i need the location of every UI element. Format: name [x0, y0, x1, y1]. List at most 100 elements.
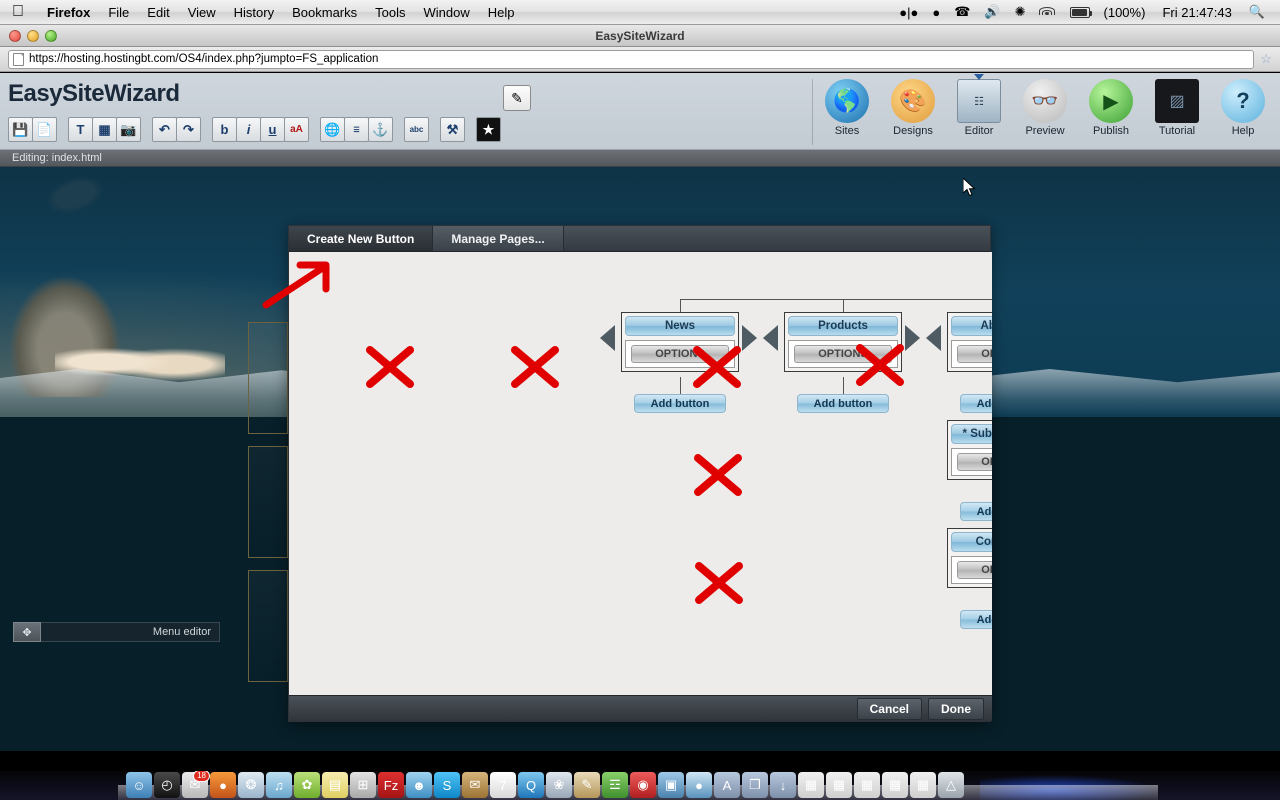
node-title[interactable]: News [625, 316, 735, 336]
node-title[interactable]: * Submenu item [951, 424, 992, 444]
dock-item-trash[interactable]: △ [938, 772, 964, 798]
font-color-icon[interactable]: aA [284, 117, 309, 142]
add-button-about-us[interactable]: Add button [960, 394, 992, 413]
node-title[interactable]: Contact Us [951, 532, 992, 552]
dock-item-mail[interactable]: ✉18 [182, 772, 208, 798]
tab-create-new-button[interactable]: Create New Button [289, 226, 433, 251]
dock-item-finder[interactable]: ☺ [126, 772, 152, 798]
bold-icon[interactable]: b [212, 117, 237, 142]
menu-node-contact-us[interactable]: Contact Us OPTIONS [947, 528, 992, 588]
dock-item-dashboard[interactable]: ◴ [154, 772, 180, 798]
move-left-arrow[interactable] [763, 325, 778, 351]
nav-item-help[interactable]: ? Help [1212, 79, 1274, 137]
nav-item-designs[interactable]: 🎨 Designs [882, 79, 944, 137]
menu-item-edit[interactable]: Edit [138, 5, 178, 20]
menu-item-view[interactable]: View [179, 5, 225, 20]
nav-item-preview[interactable]: 👓 Preview [1014, 79, 1076, 137]
menu-item-firefox[interactable]: Firefox [38, 5, 99, 20]
insert-image-icon[interactable]: 📷 [116, 117, 141, 142]
anchor-icon[interactable]: ⚓ [368, 117, 393, 142]
dock-item-filezilla[interactable]: Fz [378, 772, 404, 798]
dock-item-safari[interactable]: ❂ [238, 772, 264, 798]
nav-item-editor[interactable]: ☷ Editor [948, 79, 1010, 137]
dock-item-itunes[interactable]: ♫ [266, 772, 292, 798]
node-title[interactable]: Products [788, 316, 898, 336]
menu-node-products[interactable]: Products OPTIONS [784, 312, 902, 372]
dock-item-minimized-window-1[interactable]: ▦ [798, 772, 824, 798]
nav-item-publish[interactable]: ▶ Publish [1080, 79, 1142, 137]
options-button[interactable]: OPTIONS [957, 453, 992, 471]
dock-item-minimized-window-3[interactable]: ▦ [854, 772, 880, 798]
window-titlebar[interactable]: EasySiteWizard [0, 25, 1280, 47]
move-handle-icon[interactable]: ✥ [13, 622, 41, 642]
menu-item-window[interactable]: Window [415, 5, 479, 20]
dock-item-applications-folder[interactable]: A [714, 772, 740, 798]
insert-text-icon[interactable]: T [68, 117, 93, 142]
modem-icon[interactable]: ☎ [947, 4, 977, 20]
dock-item-minimized-window-2[interactable]: ▦ [826, 772, 852, 798]
options-button[interactable]: OPTIONS [631, 345, 729, 363]
done-button[interactable]: Done [928, 698, 984, 720]
move-left-arrow[interactable] [926, 325, 941, 351]
options-button[interactable]: OPTIONS [794, 345, 892, 363]
dock-item-iphoto[interactable]: ❀ [546, 772, 572, 798]
dock-item-photobooth[interactable]: ✿ [294, 772, 320, 798]
menu-node-about-us[interactable]: About Us OPTIONS [947, 312, 992, 372]
menu-bar-clock[interactable]: Fri 21:47:43 [1152, 5, 1241, 20]
wifi-icon[interactable] [1032, 6, 1063, 18]
dock-item-stickies[interactable]: ▤ [322, 772, 348, 798]
options-button[interactable]: OPTIONS [957, 561, 992, 579]
dock-item-preview[interactable]: ✎ [574, 772, 600, 798]
dock-item-calculator[interactable]: ⊞ [350, 772, 376, 798]
add-button-submenu-item[interactable]: Add button [960, 502, 992, 521]
insert-table-icon[interactable]: ▦ [92, 117, 117, 142]
spaces-icon[interactable]: ●|● [892, 5, 925, 20]
volume-icon[interactable]: 🔊 [977, 4, 1007, 20]
spotlight-search-icon[interactable]: 🔍 [1242, 4, 1272, 20]
menu-editor-bar[interactable]: ✥ Menu editor [28, 622, 220, 642]
move-left-arrow[interactable] [600, 325, 615, 351]
dock-item-address-book[interactable]: ✉ [462, 772, 488, 798]
list-icon[interactable]: ☰ [344, 117, 369, 142]
menu-item-history[interactable]: History [225, 5, 283, 20]
dock-item-downloads-folder[interactable]: ↓ [770, 772, 796, 798]
menu-node-news[interactable]: News OPTIONS [621, 312, 739, 372]
menu-item-file[interactable]: File [99, 5, 138, 20]
link-icon[interactable]: 🌐 [320, 117, 345, 142]
spellcheck-icon[interactable]: abc [404, 117, 429, 142]
url-text[interactable]: https://hosting.hostingbt.com/OS4/index.… [29, 53, 378, 65]
dock-item-ical[interactable]: 7 [490, 772, 516, 798]
dock-item-virtualbox[interactable]: ▣ [658, 772, 684, 798]
menu-item-help[interactable]: Help [479, 5, 524, 20]
dock-item-minimized-window-5[interactable]: ▦ [910, 772, 936, 798]
menu-item-tools[interactable]: Tools [366, 5, 414, 20]
menu-node-submenu-item[interactable]: * Submenu item OPTIONS [947, 420, 992, 480]
new-page-icon[interactable]: 📄 [32, 117, 57, 142]
favorites-icon[interactable]: ★ [476, 117, 501, 142]
italic-icon[interactable]: i [236, 117, 261, 142]
tab-manage-pages[interactable]: Manage Pages... [433, 226, 563, 251]
dock-item-quicktime[interactable]: Q [518, 772, 544, 798]
undo-icon[interactable]: ↶ [152, 117, 177, 142]
dock-item-minimized-window-4[interactable]: ▦ [882, 772, 908, 798]
apple-icon[interactable]:  [12, 4, 24, 20]
dock-item-skype[interactable]: S [434, 772, 460, 798]
dock-item-colorsync[interactable]: ◉ [630, 772, 656, 798]
underline-icon[interactable]: u [260, 117, 285, 142]
dock-item-documents-folder[interactable]: ❐ [742, 772, 768, 798]
node-title[interactable]: About Us [951, 316, 992, 336]
bluetooth-icon[interactable]: ✺ [1008, 4, 1032, 20]
pencil-icon[interactable]: ✎ [503, 85, 531, 111]
add-button-news[interactable]: Add button [634, 394, 726, 413]
add-button-products[interactable]: Add button [797, 394, 889, 413]
timemachine-icon[interactable]: ● [925, 5, 947, 20]
dock-item-google-earth[interactable]: ● [686, 772, 712, 798]
menu-item-bookmarks[interactable]: Bookmarks [283, 5, 366, 20]
star-icon[interactable]: ☆ [1260, 51, 1272, 67]
dock-item-messenger[interactable]: ☻ [406, 772, 432, 798]
move-right-arrow[interactable] [742, 325, 757, 351]
save-icon[interactable]: 💾 [8, 117, 33, 142]
options-button[interactable]: OPTIONS [957, 345, 992, 363]
url-bar[interactable]: https://hosting.hostingbt.com/OS4/index.… [8, 50, 1254, 69]
move-right-arrow[interactable] [905, 325, 920, 351]
